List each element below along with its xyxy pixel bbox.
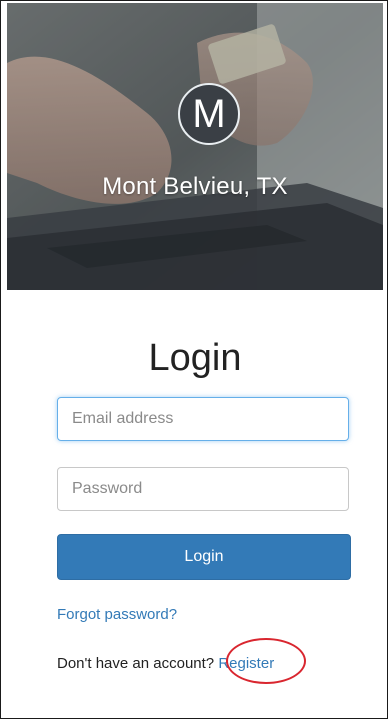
logo-icon: M [178, 83, 240, 145]
password-field[interactable] [57, 467, 349, 511]
forgot-password-link[interactable]: Forgot password? [57, 606, 177, 623]
page-title: Login [148, 337, 242, 379]
register-prompt: Don't have an account? Register [57, 655, 274, 672]
hero-background-image [7, 3, 383, 290]
city-name: Mont Belvieu, TX [102, 173, 288, 200]
no-account-text: Don't have an account? [57, 655, 215, 672]
login-button[interactable]: Login [57, 534, 351, 580]
register-link[interactable]: Register [218, 655, 274, 672]
logo-letter: M [192, 92, 226, 136]
login-screen: M Mont Belvieu, TX Login Login Forgot pa… [0, 0, 388, 719]
email-field[interactable] [57, 397, 349, 441]
hero-banner: M Mont Belvieu, TX [7, 3, 383, 290]
